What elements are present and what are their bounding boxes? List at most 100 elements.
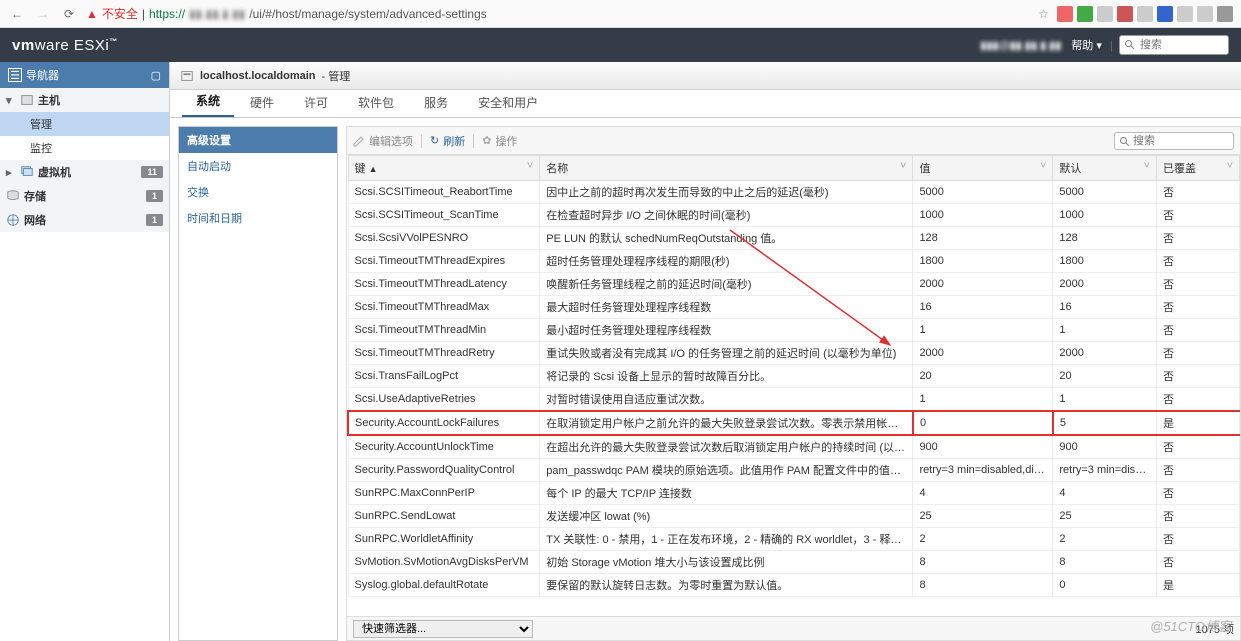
chevron-down-icon[interactable]: ˅ [527, 160, 533, 172]
column-header-name[interactable]: 名称˅ [540, 156, 913, 181]
insecure-label: 不安全 [102, 5, 138, 22]
cell-name: 唤醒新任务管理线程之前的延迟时间(毫秒) [540, 273, 913, 296]
cell-default: 8 [1053, 551, 1157, 574]
nav-item-存储[interactable]: 存储1 [0, 184, 169, 208]
table-row[interactable]: SunRPC.WorldletAffinityTX 关联性: 0 - 禁用，1 … [348, 528, 1240, 551]
cell-override: 否 [1157, 273, 1240, 296]
column-header-default[interactable]: 默认˅ [1053, 156, 1157, 181]
table-row[interactable]: Security.PasswordQualityControlpam_passw… [348, 459, 1240, 482]
chevron-down-icon[interactable]: ˅ [1227, 160, 1233, 172]
count-badge: 1 [146, 214, 163, 226]
grid-search-input[interactable] [1114, 132, 1234, 150]
cell-override: 否 [1157, 459, 1240, 482]
settings-grid[interactable]: 键 ▲˅ 名称˅ 值˅ 默认˅ 已覆盖˅ Scsi.SCSITimeout_Re… [346, 154, 1241, 617]
cell-override: 否 [1157, 342, 1240, 365]
cell-value: 128 [913, 227, 1053, 250]
search-icon [1119, 136, 1131, 148]
edit-option-button[interactable]: 编辑选项 [353, 133, 413, 149]
subnav-item[interactable]: 时间和日期 [179, 205, 337, 231]
cell-value: 20 [913, 365, 1053, 388]
subnav-item[interactable]: 交换 [179, 179, 337, 205]
tab-bar: 系统硬件许可软件包服务安全和用户 [170, 90, 1241, 118]
table-row[interactable]: SvMotion.SvMotionAvgDisksPerVM初始 Storage… [348, 551, 1240, 574]
chevron-down-icon[interactable]: ˅ [1144, 160, 1150, 172]
table-row[interactable]: Scsi.SCSITimeout_ScanTime在检查超时异步 I/O 之间休… [348, 204, 1240, 227]
pin-icon[interactable]: ▢ [151, 69, 161, 82]
cell-default: 5 [1053, 411, 1157, 435]
cell-default: 20 [1053, 365, 1157, 388]
cell-value: retry=3 min=disabled,disabled,... [913, 459, 1053, 482]
collapse-icon[interactable]: ☰ [8, 68, 22, 82]
cell-override: 否 [1157, 482, 1240, 505]
cell-name: 每个 IP 的最大 TCP/IP 连接数 [540, 482, 913, 505]
help-link[interactable]: 帮助 ▾ [1071, 37, 1102, 53]
cell-key: SvMotion.SvMotionAvgDisksPerVM [348, 551, 540, 574]
column-header-override[interactable]: 已覆盖˅ [1157, 156, 1240, 181]
breadcrumb: localhost.localdomain - 管理 [170, 62, 1241, 90]
table-row[interactable]: Scsi.TimeoutTMThreadMin最小超时任务管理处理程序线程数11… [348, 319, 1240, 342]
cell-value: 1000 [913, 204, 1053, 227]
table-row[interactable]: Scsi.TimeoutTMThreadRetry重试失败或者没有完成其 I/O… [348, 342, 1240, 365]
tab-系统[interactable]: 系统 [182, 86, 234, 117]
tab-许可[interactable]: 许可 [290, 88, 342, 117]
user-menu[interactable]: ▮▮▮@▮▮.▮▮.▮.▮▮ [980, 39, 1061, 52]
count-badge: 1 [146, 190, 163, 202]
table-row[interactable]: Security.AccountUnlockTime在超出允许的最大失败登录尝试… [348, 435, 1240, 459]
tab-软件包[interactable]: 软件包 [344, 88, 408, 117]
cell-override: 否 [1157, 365, 1240, 388]
cell-name: 要保留的默认旋转日志数。为零时重置为默认值。 [540, 574, 913, 597]
nav-item-监控[interactable]: 监控 [0, 136, 169, 160]
star-icon[interactable]: ☆ [1038, 7, 1049, 21]
actions-button[interactable]: ✿操作 [482, 133, 517, 149]
cell-name: 在超出允许的最大失败登录尝试次数后取消锁定用户帐户的持续时间 (以秒为单位) [540, 435, 913, 459]
forward-icon[interactable]: → [34, 5, 52, 23]
cell-default: 1 [1053, 319, 1157, 342]
back-icon[interactable]: ← [8, 5, 26, 23]
quick-filter-select[interactable]: 快速筛选器... [353, 620, 533, 638]
cell-override: 是 [1157, 574, 1240, 597]
address-bar[interactable]: ▲ 不安全 | https://▮▮.▮▮.▮.▮▮/ui/#/host/man… [86, 5, 487, 22]
chevron-down-icon[interactable]: ˅ [900, 160, 906, 172]
nav-item-虚拟机[interactable]: ▸虚拟机11 [0, 160, 169, 184]
tab-硬件[interactable]: 硬件 [236, 88, 288, 117]
navigator-header: ☰ 导航器 ▢ [0, 62, 169, 88]
table-row[interactable]: Scsi.TimeoutTMThreadLatency唤醒新任务管理线程之前的延… [348, 273, 1240, 296]
column-header-key[interactable]: 键 ▲˅ [348, 156, 540, 181]
table-row[interactable]: SunRPC.SendLowat发送缓冲区 lowat (%)2525否 [348, 505, 1240, 528]
vm-icon [20, 165, 34, 179]
nav-item-管理[interactable]: 管理 [0, 112, 169, 136]
refresh-button[interactable]: ↻刷新 [430, 133, 465, 149]
table-row[interactable]: Security.AccountLockFailures在取消锁定用户帐户之前允… [348, 411, 1240, 435]
reload-icon[interactable]: ⟳ [60, 5, 78, 23]
settings-sidebar: 高级设置 自动启动交换时间和日期 [178, 126, 338, 641]
cell-value: 1 [913, 388, 1053, 412]
chevron-down-icon[interactable]: ˅ [1040, 160, 1046, 172]
table-row[interactable]: Scsi.TimeoutTMThreadExpires超时任务管理处理程序线程的… [348, 250, 1240, 273]
table-row[interactable]: Scsi.TimeoutTMThreadMax最大超时任务管理处理程序线程数16… [348, 296, 1240, 319]
cell-key: Syslog.global.defaultRotate [348, 574, 540, 597]
cell-key: Security.AccountLockFailures [348, 411, 540, 435]
tab-安全和用户[interactable]: 安全和用户 [464, 88, 552, 117]
cell-default: 2 [1053, 528, 1157, 551]
table-row[interactable]: Scsi.SCSITimeout_ReabortTime因中止之前的超时再次发生… [348, 181, 1240, 204]
cell-override: 否 [1157, 204, 1240, 227]
cell-value: 2 [913, 528, 1053, 551]
table-row[interactable]: Scsi.ScsiVVolPESNROPE LUN 的默认 schedNumRe… [348, 227, 1240, 250]
table-row[interactable]: Syslog.global.defaultRotate要保留的默认旋转日志数。为… [348, 574, 1240, 597]
column-header-value[interactable]: 值˅ [913, 156, 1053, 181]
cell-value: 4 [913, 482, 1053, 505]
subnav-item[interactable]: 自动启动 [179, 153, 337, 179]
cell-value: 8 [913, 551, 1053, 574]
cell-override: 否 [1157, 388, 1240, 412]
cell-override: 否 [1157, 319, 1240, 342]
nav-item-主机[interactable]: ▾主机 [0, 88, 169, 112]
table-row[interactable]: Scsi.UseAdaptiveRetries对暂时错误使用自适应重试次数。11… [348, 388, 1240, 412]
cell-key: Security.PasswordQualityControl [348, 459, 540, 482]
search-icon [1124, 39, 1136, 51]
table-row[interactable]: Scsi.TransFailLogPct将记录的 Scsi 设备上显示的暂时故障… [348, 365, 1240, 388]
cell-value: 16 [913, 296, 1053, 319]
cell-key: Scsi.TimeoutTMThreadMin [348, 319, 540, 342]
table-row[interactable]: SunRPC.MaxConnPerIP每个 IP 的最大 TCP/IP 连接数4… [348, 482, 1240, 505]
tab-服务[interactable]: 服务 [410, 88, 462, 117]
nav-item-网络[interactable]: 网络1 [0, 208, 169, 232]
